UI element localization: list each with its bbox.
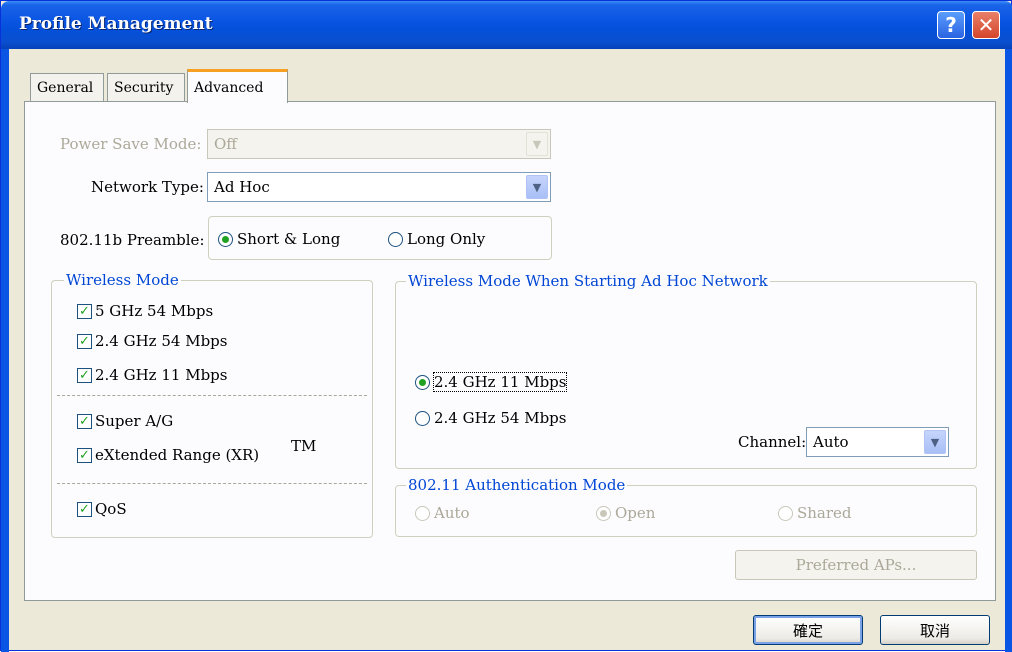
chevron-down-icon: ▼ [526,175,548,199]
preamble-label: 802.11b Preamble: [60,231,205,249]
adhoc-mode-title: Wireless Mode When Starting Ad Hoc Netwo… [406,272,770,290]
checkmark-icon: ✓ [77,501,92,517]
auth-mode-group: 802.11 Authentication Mode [395,476,977,537]
tab-advanced[interactable]: Advanced [187,69,288,103]
network-type-value: Ad Hoc [214,178,270,196]
auth-shared-radio[interactable]: Shared [778,504,852,522]
mode-24ghz-11-checkbox[interactable]: ✓ 2.4 GHz 11 Mbps [77,366,227,384]
extended-range-checkbox[interactable]: ✓ eXtended Range (XR) [77,446,259,464]
power-save-select[interactable]: Off ▼ [207,129,551,159]
channel-value: Auto [813,433,849,451]
channel-select[interactable]: Auto ▼ [806,427,949,457]
network-type-label: Network Type: [91,178,204,196]
super-ag-checkbox[interactable]: ✓ Super A/G [77,412,173,430]
checkmark-icon: ✓ [77,303,92,319]
divider [57,483,367,484]
preamble-short-long-radio[interactable]: Short & Long [218,230,340,248]
preamble-long-only-radio[interactable]: Long Only [388,230,485,248]
auth-mode-title: 802.11 Authentication Mode [406,476,628,494]
radio-icon [415,505,430,521]
channel-label: Channel: [738,433,807,451]
chevron-down-icon: ▼ [924,430,946,454]
help-icon[interactable]: ? [937,11,965,39]
mode-5ghz-54-checkbox[interactable]: ✓ 5 GHz 54 Mbps [77,302,213,320]
checkmark-icon: ✓ [77,333,92,349]
radio-icon [778,505,793,521]
power-save-label: Power Save Mode: [60,135,202,153]
tab-general[interactable]: General [30,73,104,101]
trademark-label: TM [291,437,317,455]
wireless-mode-title: Wireless Mode [64,271,181,289]
cancel-button[interactable]: 取消 [880,615,990,645]
mode-24ghz-54-checkbox[interactable]: ✓ 2.4 GHz 54 Mbps [77,332,227,350]
ok-button[interactable]: 確定 [753,615,863,645]
auth-auto-radio[interactable]: Auto [415,504,470,522]
divider [57,395,367,396]
window-frame-left [1,49,9,652]
radio-selected-icon [415,374,430,390]
radio-selected-icon [596,505,611,521]
preferred-aps-button[interactable]: Preferred APs... [735,550,977,580]
checkmark-icon: ✓ [77,367,92,383]
adhoc-24ghz-54-radio[interactable]: 2.4 GHz 54 Mbps [415,409,566,427]
close-icon[interactable]: ✕ [972,11,1000,39]
window-frame-right [1005,49,1012,652]
chevron-down-icon: ▼ [526,132,548,156]
profile-management-dialog: Profile Management ? ✕ General Security … [0,0,1012,652]
adhoc-24ghz-11-radio[interactable]: 2.4 GHz 11 Mbps [415,372,568,392]
qos-checkbox[interactable]: ✓ QoS [77,500,127,518]
radio-selected-icon [218,231,233,247]
radio-icon [415,410,430,426]
advanced-panel: Power Save Mode: Off ▼ Network Type: Ad … [24,101,996,601]
network-type-select[interactable]: Ad Hoc ▼ [207,172,551,202]
auth-open-radio[interactable]: Open [596,504,655,522]
radio-icon [388,231,403,247]
title-bar: Profile Management ? ✕ [1,1,1012,49]
checkmark-icon: ✓ [77,413,92,429]
checkmark-icon: ✓ [77,447,92,463]
window-title: Profile Management [19,14,213,34]
power-save-value: Off [214,135,237,153]
tab-security[interactable]: Security [107,73,185,101]
